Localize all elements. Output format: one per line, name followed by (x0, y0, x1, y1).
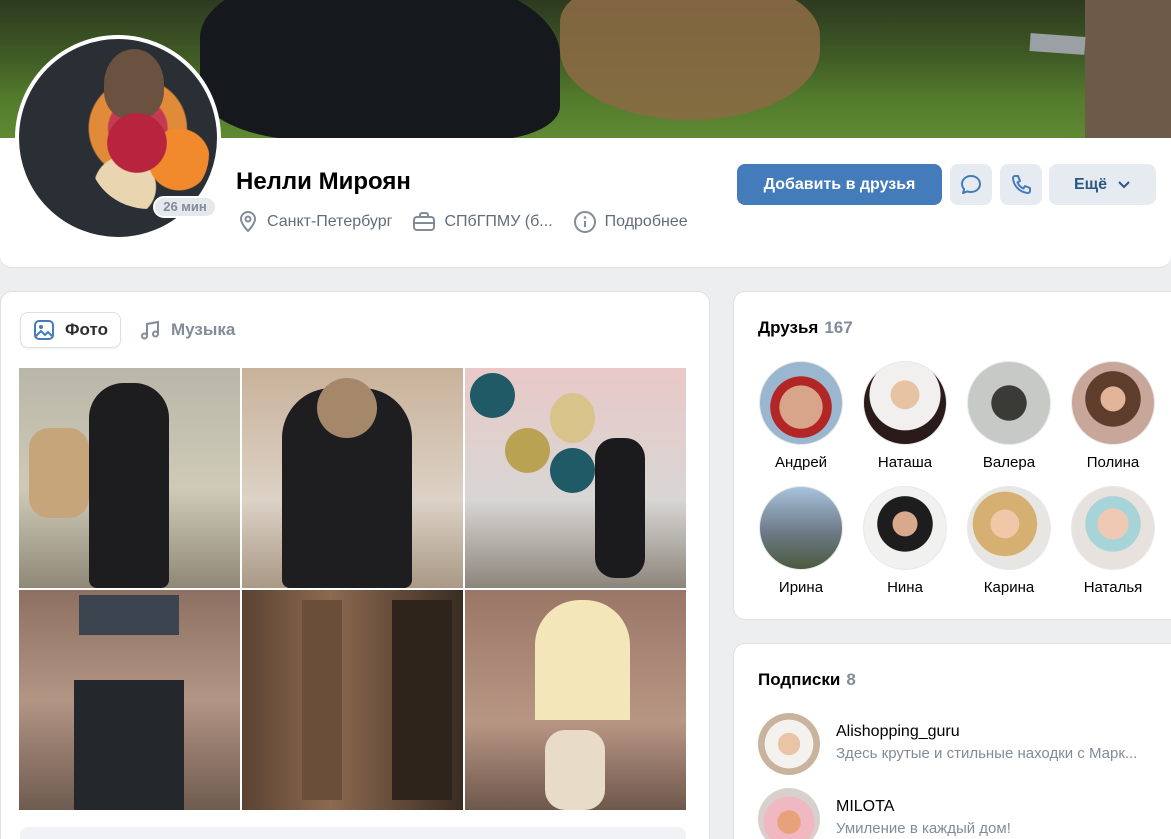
friend-item[interactable]: Валера (959, 361, 1059, 471)
friends-title-label: Друзья (758, 318, 819, 337)
friend-item[interactable]: Наталья (1063, 486, 1163, 596)
call-button[interactable] (1000, 164, 1042, 205)
photo-thumbnail-6[interactable] (465, 590, 686, 810)
avatar (967, 361, 1051, 445)
profile-name: Нелли Мироян (236, 168, 411, 195)
photo-thumbnail-3[interactable] (465, 368, 686, 588)
friend-item[interactable]: Полина (1063, 361, 1163, 471)
tab-music-label: Музыка (171, 320, 236, 339)
briefcase-icon (413, 212, 436, 231)
more-button[interactable]: Ещё (1049, 164, 1156, 205)
chevron-down-icon (1118, 180, 1130, 188)
subscription-description: Здесь крутые и стильные находки с Марк..… (836, 745, 1138, 762)
friend-name: Ирина (778, 579, 824, 596)
content-placeholder (20, 827, 686, 839)
avatar (758, 788, 820, 839)
subscription-item[interactable]: MILOTA Умиление в каждый дом! (758, 788, 1011, 839)
more-label: Ещё (1073, 175, 1108, 193)
city-label: Санкт-Петербург (267, 213, 393, 230)
avatar (863, 361, 947, 445)
subscriptions-card: Подписки 8 Alishopping_guru Здесь крутые … (733, 643, 1171, 839)
avatar (1071, 486, 1155, 570)
city-info: Санкт-Петербург (237, 210, 392, 234)
friend-name: Наташа (877, 454, 933, 471)
photo-thumbnail-5[interactable] (242, 590, 463, 810)
image-icon (34, 320, 54, 340)
subscriptions-count: 8 (846, 670, 856, 689)
friends-title[interactable]: Друзья 167 (758, 318, 853, 338)
details-link[interactable]: Подробнее (573, 210, 688, 234)
info-icon (573, 211, 596, 233)
tab-photos[interactable]: Фото (20, 312, 121, 348)
education-info[interactable]: СПбГПМУ (б... (412, 211, 553, 233)
friend-item[interactable]: Андрей (751, 361, 851, 471)
subscription-name: Alishopping_guru (836, 723, 960, 740)
avatar (759, 486, 843, 570)
friend-name: Наталья (1083, 579, 1143, 596)
education-label: СПбГПМУ (б... (444, 213, 553, 230)
subscription-item[interactable]: Alishopping_guru Здесь крутые и стильные… (758, 713, 1137, 775)
friend-name: Полина (1086, 454, 1140, 471)
subscription-description: Умиление в каждый дом! (836, 820, 1011, 837)
avatar (1071, 361, 1155, 445)
tab-music[interactable]: Музыка (127, 312, 247, 348)
message-icon (961, 174, 981, 194)
friend-item[interactable]: Ирина (751, 486, 851, 596)
add-friend-button[interactable]: Добавить в друзья (737, 164, 942, 205)
friend-item[interactable]: Нина (855, 486, 955, 596)
friends-card: Друзья 167 Андрей Наташа Валера Полина Ир… (733, 291, 1171, 620)
avatar (758, 713, 820, 775)
friend-item[interactable]: Наташа (855, 361, 955, 471)
photo-thumbnail-4[interactable] (19, 590, 240, 810)
tab-photos-label: Фото (65, 320, 108, 339)
subscriptions-title-label: Подписки (758, 670, 841, 689)
friend-name: Карина (983, 579, 1035, 596)
location-pin-icon (239, 210, 257, 233)
photo-thumbnail-2[interactable] (242, 368, 463, 588)
photo-thumbnail-1[interactable] (19, 368, 240, 588)
friend-item[interactable]: Карина (959, 486, 1059, 596)
subscription-name: MILOTA (836, 798, 895, 815)
friends-count: 167 (824, 318, 853, 337)
online-status-badge: 26 мин (153, 196, 217, 218)
music-note-icon (141, 320, 159, 340)
details-label: Подробнее (604, 213, 688, 230)
profile-info-row: Санкт-Петербург СПбГПМУ (б... Подробнее (237, 210, 708, 234)
friend-name: Валера (982, 454, 1036, 471)
avatar (967, 486, 1051, 570)
subscriptions-title[interactable]: Подписки 8 (758, 670, 856, 690)
media-card: Фото Музыка (0, 291, 710, 839)
avatar (863, 486, 947, 570)
friend-name: Нина (887, 579, 923, 596)
message-button[interactable] (950, 164, 992, 205)
avatar (759, 361, 843, 445)
phone-icon (1012, 174, 1031, 194)
friend-name: Андрей (774, 454, 828, 471)
